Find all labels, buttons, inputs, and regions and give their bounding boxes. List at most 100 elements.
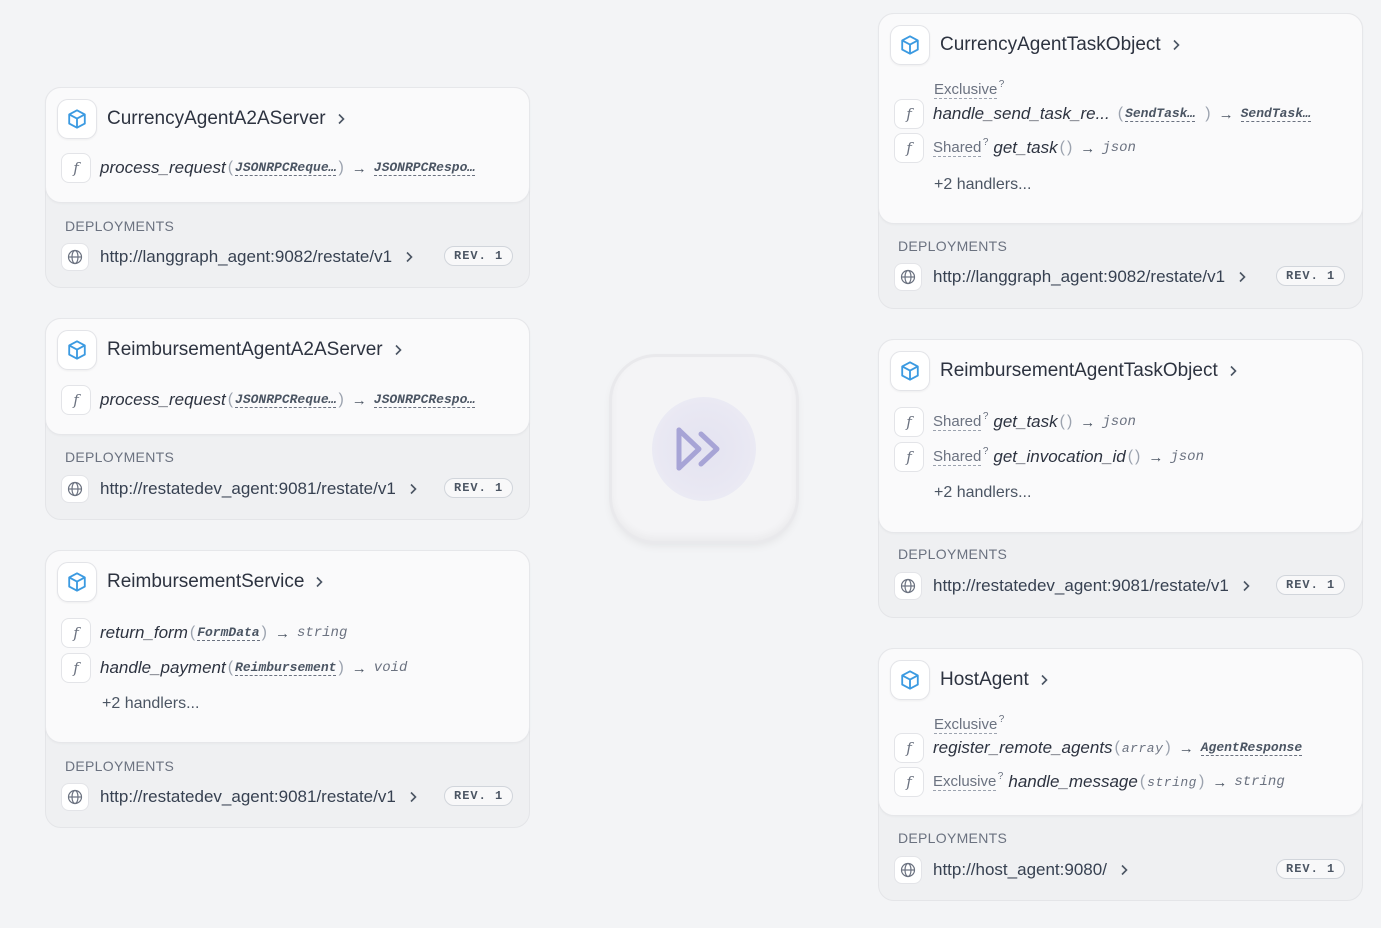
handler-row[interactable]: f process_request ( JSONRPCReque… ) → JS…: [61, 385, 476, 415]
handler-name: process_request: [100, 390, 226, 409]
cube-icon: [57, 330, 97, 370]
handler-kind-label[interactable]: Exclusive?: [933, 771, 1003, 791]
service-link[interactable]: CurrencyAgentA2AServer: [57, 99, 348, 139]
deployment-link[interactable]: http://host_agent:9080/: [894, 856, 1131, 884]
cube-icon: [57, 99, 97, 139]
handler-kind-label[interactable]: Shared?: [933, 411, 988, 431]
paren-close: ): [1165, 739, 1171, 756]
handler-row[interactable]: f process_request ( JSONRPCReque… ) → JS…: [61, 153, 476, 183]
paren-open: (: [1117, 105, 1124, 122]
handler-name: handle_message: [1008, 772, 1138, 791]
handler-output-type: void: [373, 660, 408, 676]
service-card-reimbursement-agent-task-object: ReimbursementAgentTaskObject f Shared? g…: [878, 339, 1363, 618]
handler-output-type[interactable]: AgentResponse: [1200, 740, 1303, 756]
service-link[interactable]: ReimbursementAgentA2AServer: [57, 330, 405, 370]
handler-name: get_task: [993, 412, 1058, 431]
arrow-icon: →: [1212, 773, 1228, 791]
deployment-url: http://restatedev_agent:9081/restate/v1: [100, 787, 396, 806]
function-icon: f: [894, 442, 924, 472]
handler-kind: Shared: [933, 413, 982, 430]
cube-icon: [890, 351, 930, 391]
handler-row[interactable]: f handle_send_task_re... ( SendTask… ) →…: [894, 99, 1311, 129]
deployment-url: http://host_agent:9080/: [933, 860, 1107, 879]
handler-output-type: json: [1102, 140, 1136, 156]
function-icon: f: [61, 153, 91, 183]
handler-row[interactable]: f register_remote_agents ( array ) → Age…: [894, 733, 1303, 763]
deployment-link[interactable]: http://langgraph_agent:9082/restate/v1: [61, 243, 416, 271]
handler-input-type[interactable]: FormData: [197, 625, 260, 641]
chevron-right-icon: [406, 790, 420, 804]
service-card-host-agent: HostAgent Exclusive? f register_remote_a…: [878, 648, 1363, 901]
handler-row[interactable]: f Exclusive? handle_message ( string ) →…: [894, 767, 1285, 797]
function-icon: f: [894, 133, 924, 163]
service-card-header: CurrencyAgentTaskObject Exclusive? f han…: [878, 13, 1363, 224]
chevron-right-icon: [312, 575, 326, 589]
service-name: HostAgent: [940, 669, 1029, 690]
handler-kind: Exclusive: [934, 81, 998, 98]
paren-close: ): [1198, 773, 1205, 790]
handler-kind-label[interactable]: Shared?: [933, 137, 988, 157]
arrow-icon: →: [351, 391, 367, 409]
help-marker: ?: [998, 714, 1005, 725]
service-name: ReimbursementAgentTaskObject: [940, 360, 1218, 381]
handler-row[interactable]: f Shared? get_task ( ) → json: [894, 407, 1136, 437]
cube-icon: [890, 25, 930, 65]
globe-icon: [894, 263, 922, 291]
deployment-link[interactable]: http://restatedev_agent:9081/restate/v1: [61, 783, 420, 811]
handler-name: get_task: [993, 138, 1058, 157]
paren-close: ): [261, 624, 267, 641]
arrow-icon: →: [1080, 139, 1096, 157]
handler-output-type[interactable]: SendTask…: [1240, 106, 1311, 122]
handler-kind-label[interactable]: Shared?: [933, 446, 988, 466]
revision-badge: REV. 1: [1276, 266, 1346, 286]
revision-badge: REV. 1: [444, 478, 514, 498]
paren-close: ): [1066, 413, 1073, 430]
globe-icon: [61, 475, 89, 503]
handler-input-type[interactable]: JSONRPCReque…: [235, 392, 337, 408]
handler-kind-label[interactable]: Exclusive?: [934, 714, 1004, 734]
service-link[interactable]: HostAgent: [890, 660, 1051, 700]
paren-close: ): [338, 659, 344, 676]
deployment-link[interactable]: http://restatedev_agent:9081/restate/v1: [61, 475, 420, 503]
help-marker: ?: [982, 446, 989, 457]
handler-row[interactable]: f handle_payment ( Reimbursement ) → voi…: [61, 653, 407, 683]
deployment-url: http://langgraph_agent:9082/restate/v1: [933, 267, 1226, 286]
globe-icon: [894, 572, 922, 600]
handler-input-type[interactable]: JSONRPCReque…: [235, 160, 337, 176]
handler-input-type[interactable]: SendTask…: [1125, 106, 1196, 122]
help-marker: ?: [997, 771, 1004, 782]
handler-row[interactable]: f Shared? get_task ( ) → json: [894, 133, 1136, 163]
cube-icon: [57, 562, 97, 602]
more-handlers-link[interactable]: +2 handlers...: [102, 695, 199, 713]
paren-open: (: [227, 659, 234, 676]
paren-close: ): [1135, 448, 1141, 465]
handler-row[interactable]: f Shared? get_invocation_id ( ) → json: [894, 442, 1204, 472]
service-name: CurrencyAgentTaskObject: [940, 34, 1161, 55]
handler-output-type[interactable]: JSONRPCRespo…: [373, 392, 476, 408]
chevron-right-icon: [402, 250, 416, 264]
handler-row[interactable]: f return_form ( FormData ) → string: [61, 618, 347, 648]
deployments-label: DEPLOYMENTS: [65, 218, 175, 234]
service-link[interactable]: CurrencyAgentTaskObject: [890, 25, 1183, 65]
handler-kind: Shared: [933, 448, 982, 465]
handler-kind-label[interactable]: Exclusive?: [934, 79, 1004, 99]
arrow-icon: →: [1178, 739, 1194, 757]
more-handlers-link[interactable]: +2 handlers...: [934, 484, 1031, 502]
help-marker: ?: [982, 411, 989, 422]
paren-open: (: [1114, 739, 1120, 756]
function-icon: f: [894, 407, 924, 437]
deployment-link[interactable]: http://langgraph_agent:9082/restate/v1: [894, 263, 1249, 291]
paren-open: (: [227, 391, 234, 408]
paren-open: (: [227, 159, 234, 176]
handler-output-type[interactable]: JSONRPCRespo…: [373, 160, 476, 176]
deployment-link[interactable]: http://restatedev_agent:9081/restate/v1: [894, 572, 1253, 600]
function-icon: f: [61, 653, 91, 683]
deployments-label: DEPLOYMENTS: [898, 830, 1008, 846]
service-link[interactable]: ReimbursementService: [57, 562, 326, 602]
more-handlers-link[interactable]: +2 handlers...: [934, 176, 1031, 194]
service-link[interactable]: ReimbursementAgentTaskObject: [890, 351, 1240, 391]
handler-input-type[interactable]: Reimbursement: [235, 660, 337, 676]
arrow-icon: →: [351, 159, 367, 177]
paren-open: (: [1059, 139, 1065, 156]
restate-logo-icon: [676, 427, 720, 471]
